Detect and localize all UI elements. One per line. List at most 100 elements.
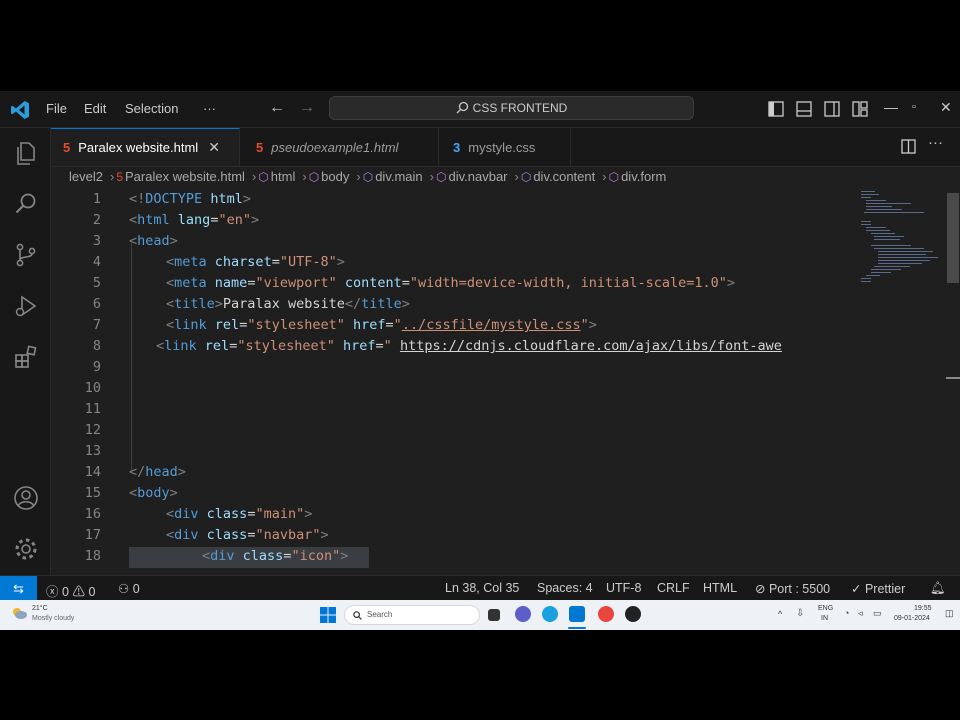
windows-start-icon[interactable]: [320, 607, 336, 623]
no-entry-icon: ⊘: [755, 582, 766, 596]
manage-gear-icon[interactable]: [13, 536, 39, 562]
prettier-indicator[interactable]: ✓ Prettier: [851, 581, 905, 596]
back-arrow-icon[interactable]: ←: [269, 99, 285, 117]
teams-icon[interactable]: [515, 606, 531, 622]
tab-label: pseudoexample1.html: [271, 139, 399, 155]
breadcrumb-item[interactable]: div.content: [533, 169, 595, 184]
vscode-window: File Edit Selection ··· ← → CSS FRONTEND…: [0, 91, 960, 600]
problems-indicator[interactable]: ⓧ 0 ⚠ 0: [46, 581, 95, 600]
live-server-port[interactable]: ⊘ Port : 5500: [755, 581, 830, 596]
run-debug-icon[interactable]: [13, 293, 39, 319]
breadcrumb-item[interactable]: body: [321, 169, 349, 184]
toggle-panel-icon[interactable]: [795, 100, 813, 118]
toggle-primary-sidebar-icon[interactable]: [767, 100, 785, 118]
menu-edit[interactable]: Edit: [84, 101, 106, 116]
end-of-line[interactable]: CRLF: [657, 581, 690, 595]
toggle-secondary-sidebar-icon[interactable]: [823, 100, 841, 118]
minimap[interactable]: [856, 189, 946, 575]
indentation[interactable]: Spaces: 4: [537, 581, 593, 595]
notification-icon[interactable]: ◫: [945, 608, 954, 619]
edge-icon[interactable]: [542, 606, 558, 622]
warning-icon: ⚠: [72, 585, 85, 599]
split-editor-icon[interactable]: [901, 139, 916, 154]
status-bar: ⇆ ⓧ 0 ⚠ 0 ⚇ 0 Ln 38, Col 35 Spaces: 4 UT…: [0, 575, 960, 600]
active-app-indicator: [568, 627, 586, 629]
cursor-position[interactable]: Ln 38, Col 35: [445, 581, 519, 595]
broadcast-icon: ⚇: [118, 582, 130, 596]
code-editor[interactable]: 1 <!DOCTYPE html> 2 <html lang="en"> 3 <hea…: [51, 189, 856, 575]
region-indicator[interactable]: IN: [821, 615, 828, 622]
vscode-logo-icon[interactable]: [10, 100, 30, 120]
element-icon: ⬡: [258, 170, 269, 184]
tab-mystyle-css[interactable]: 3 mystyle.css: [441, 128, 571, 166]
indent-guide: [131, 241, 132, 471]
weather-temp: 21°C: [32, 605, 48, 612]
more-actions-icon[interactable]: ···: [928, 134, 943, 151]
element-icon: ⬡: [608, 170, 620, 184]
close-window-icon[interactable]: ✕: [940, 99, 952, 116]
command-center-label: CSS FRONTEND: [472, 101, 568, 115]
tab-label: Paralex website.html: [78, 140, 199, 155]
html-file-icon: 5: [116, 170, 123, 184]
ports-indicator[interactable]: ⚇ 0: [118, 581, 140, 596]
menu-more[interactable]: ···: [203, 101, 216, 116]
vscode-taskbar-icon[interactable]: [569, 606, 585, 622]
tab-paralex-website[interactable]: 5 Paralex website.html ✕: [51, 128, 240, 166]
clock-date[interactable]: 09-01-2024: [894, 615, 930, 622]
chrome-icon[interactable]: [598, 606, 614, 622]
search-activity-icon[interactable]: [13, 191, 39, 217]
element-icon: ⬡: [436, 170, 447, 184]
wifi-icon[interactable]: ◔: [844, 608, 849, 618]
weather-cloud-icon[interactable]: [10, 606, 28, 620]
menu-selection[interactable]: Selection: [125, 101, 178, 116]
battery-icon[interactable]: ▭: [873, 608, 882, 619]
element-icon: ⬡: [308, 170, 320, 184]
chevron-up-icon[interactable]: ^: [778, 609, 782, 619]
windows-taskbar: 21°C Mostly cloudy Search ^ ⇩ ENG IN ◔ ◃…: [0, 600, 960, 630]
remote-indicator[interactable]: ⇆: [0, 576, 37, 600]
restore-icon[interactable]: ▫: [912, 101, 916, 113]
clock-time[interactable]: 19:55: [914, 605, 932, 612]
encoding[interactable]: UTF-8: [606, 581, 641, 595]
account-icon[interactable]: [13, 485, 39, 511]
element-icon: ⬡: [362, 170, 374, 184]
html-file-icon: 5: [63, 140, 71, 155]
breadcrumb-item[interactable]: Paralex website.html: [125, 169, 245, 184]
breadcrumb-item[interactable]: html: [271, 169, 296, 184]
menu-file[interactable]: File: [46, 101, 67, 116]
minimize-icon[interactable]: —: [884, 99, 898, 115]
breadcrumb: level2 › 5 Paralex website.html › ⬡ html › ⬡ body…: [69, 169, 667, 184]
html-file-icon: 5: [256, 139, 264, 155]
forward-arrow-icon[interactable]: →: [299, 99, 315, 117]
taskbar-search[interactable]: Search: [344, 605, 480, 625]
tab-pseudoexample1[interactable]: 5 pseudoexample1.html: [244, 128, 439, 166]
scrollbar-thumb[interactable]: [947, 193, 959, 283]
extensions-icon[interactable]: [13, 344, 39, 370]
app-icon[interactable]: [625, 606, 641, 622]
command-center[interactable]: CSS FRONTEND: [329, 96, 694, 120]
vertical-scrollbar[interactable]: [946, 189, 960, 575]
breadcrumb-item[interactable]: level2: [69, 169, 103, 184]
search-placeholder: Search: [367, 610, 393, 619]
source-control-icon[interactable]: [13, 242, 39, 268]
task-view-icon[interactable]: [488, 609, 500, 621]
explorer-icon[interactable]: [13, 140, 39, 166]
title-bar: File Edit Selection ··· ← → CSS FRONTEND…: [0, 91, 960, 128]
breadcrumb-item[interactable]: div.form: [621, 169, 666, 184]
close-tab-icon[interactable]: ✕: [208, 139, 220, 156]
editor-tabs: 5 Paralex website.html ✕ 5 pseudoexample…: [51, 128, 960, 167]
activity-bar: [0, 128, 51, 575]
weather-desc: Mostly cloudy: [32, 615, 75, 622]
volume-icon[interactable]: ◃: [858, 608, 863, 619]
breadcrumb-item[interactable]: div.navbar: [448, 169, 507, 184]
url-link[interactable]: https://cdnjs.cloudflare.com/ajax/libs/f…: [400, 338, 782, 354]
language-indicator[interactable]: ENG: [818, 605, 833, 612]
customize-layout-icon[interactable]: [851, 100, 869, 118]
error-icon: ⓧ: [46, 585, 59, 599]
tab-label: mystyle.css: [468, 139, 536, 155]
breadcrumb-item[interactable]: div.main: [375, 169, 422, 184]
double-check-icon: ✓: [851, 582, 862, 596]
notifications-bell-icon[interactable]: 🔔︎: [930, 581, 946, 596]
language-mode[interactable]: HTML: [703, 581, 737, 595]
usb-icon[interactable]: ⇩: [796, 608, 804, 619]
